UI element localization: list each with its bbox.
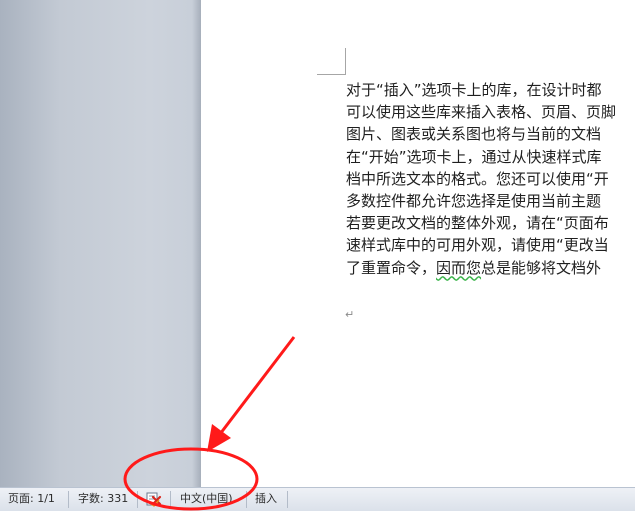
text-line: 图片、图表或关系图也将与当前的文档 [346, 125, 602, 144]
language-indicator[interactable]: 中文(中国) [180, 488, 233, 511]
margin-corner-mark-horizontal [317, 74, 345, 75]
insert-mode-indicator[interactable]: 插入 [255, 488, 277, 511]
paragraph-mark: ↵ [345, 308, 355, 321]
text-line: 对于“插入”选项卡上的库，在设计时都 [346, 81, 602, 99]
text-line: 速样式库中的可用外观，请使用“更改当 [346, 236, 609, 255]
text-line: 若要更改文档的整体外观，请在“页面布 [346, 214, 609, 233]
text-line: 可以使用这些库来插入表格、页眉、页脚 [346, 103, 617, 122]
text-line: 多数控件都允许您选择是使用当前主题 [346, 191, 602, 210]
text-line-last: 了重置命令，因而您总是能够将文档外 [346, 257, 635, 279]
text-segment: 了重置命令， [346, 258, 437, 277]
status-divider [246, 491, 247, 508]
text-line: 档中所选文本的格式。您还可以使用“开 [346, 169, 609, 188]
proofing-error-icon[interactable] [145, 491, 165, 508]
grammar-flagged-text[interactable]: 因而您 [436, 259, 481, 277]
margin-corner-mark-vertical [345, 48, 346, 75]
status-bar: 页面: 1/1 字数: 331 中文(中国) 插入 [0, 487, 635, 511]
word-count-indicator[interactable]: 字数: 331 [78, 488, 128, 511]
page-number-indicator[interactable]: 页面: 1/1 [8, 488, 55, 511]
status-divider [287, 491, 288, 508]
status-divider [170, 491, 171, 508]
document-body[interactable]: 对于“插入”选项卡上的库，在设计时都 可以使用这些库来插入表格、页眉、页脚 图片… [346, 79, 635, 305]
status-divider [137, 491, 138, 508]
text-line: 在“开始”选项卡上，通过从快速样式库 [346, 147, 602, 166]
text-segment: 总是能够将文档外 [481, 258, 602, 277]
status-divider [68, 491, 69, 508]
